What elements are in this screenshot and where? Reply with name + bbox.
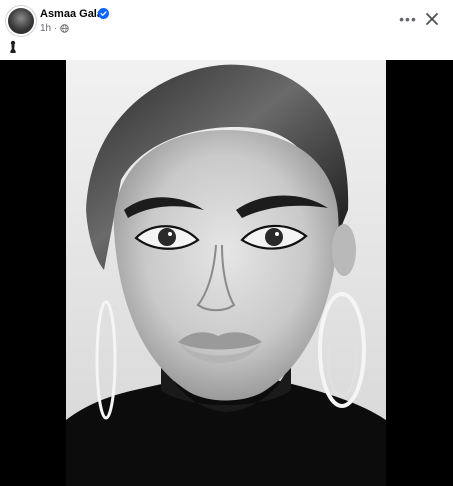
- close-button[interactable]: [420, 7, 444, 31]
- avatar[interactable]: [8, 8, 34, 34]
- more-options-icon: •••: [399, 11, 417, 27]
- pawn-emoji-icon: [10, 40, 16, 53]
- post-timestamp[interactable]: 1h: [40, 23, 51, 34]
- close-icon: [426, 13, 438, 25]
- post-header: Asmaa Galal 1h · •••: [0, 0, 453, 60]
- globe-icon[interactable]: [60, 23, 69, 33]
- author-name[interactable]: Asmaa Galal: [40, 8, 106, 20]
- meta-separator: ·: [54, 23, 58, 33]
- post-meta: 1h ·: [40, 22, 69, 34]
- verified-badge-icon: [98, 8, 109, 19]
- portrait-photo[interactable]: [66, 60, 386, 486]
- photo-area: [0, 60, 453, 486]
- more-options-button[interactable]: •••: [394, 8, 422, 30]
